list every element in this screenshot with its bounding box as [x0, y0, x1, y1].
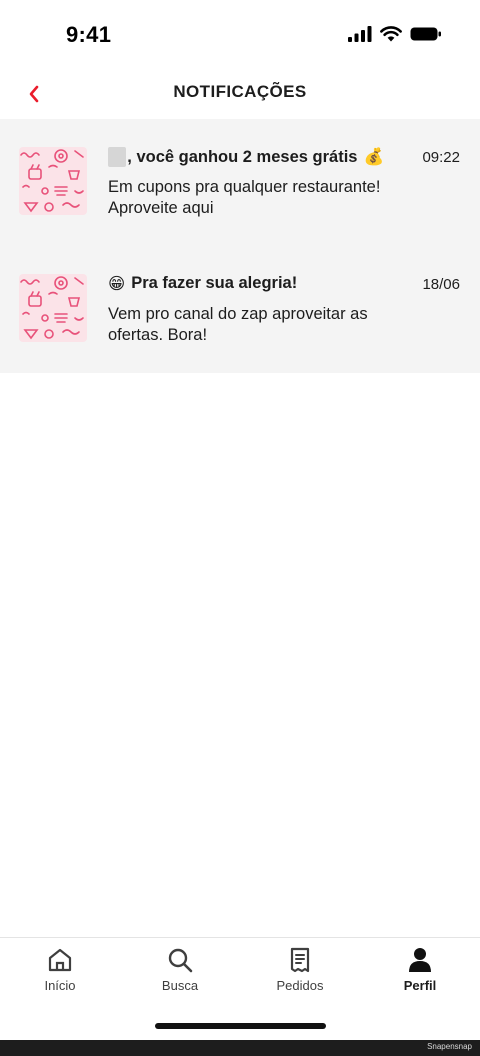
- home-indicator: [155, 1023, 326, 1029]
- notification-body: Em cupons pra qualquer restaurante! Apro…: [108, 178, 381, 217]
- notification-item[interactable]: 😁 Pra fazer sua alegria! 18/06 Vem pro c…: [0, 246, 480, 373]
- notification-title-text: Pra fazer sua alegria!: [131, 274, 298, 292]
- notification-title: , você ganhou 2 meses grátis 💰: [108, 147, 390, 167]
- nav-item-inicio[interactable]: Início: [0, 946, 120, 1006]
- home-icon: [48, 948, 72, 972]
- nav-item-perfil[interactable]: Perfil: [360, 946, 480, 1006]
- nav-label: Início: [44, 978, 76, 993]
- notification-item[interactable]: , você ganhou 2 meses grátis 💰 09:22 Em …: [0, 119, 480, 246]
- notification-body: Vem pro canal do zap aproveitar as ofert…: [108, 305, 368, 344]
- money-bag-icon: 💰: [363, 147, 384, 166]
- search-icon: [168, 948, 193, 973]
- page-title: NOTIFICAÇÕES: [173, 82, 307, 101]
- battery-icon: [410, 27, 441, 41]
- status-time: 9:41: [66, 22, 112, 47]
- header: NOTIFICAÇÕES: [0, 70, 480, 118]
- notification-thumbnail: [19, 147, 87, 215]
- food-pattern-icon: [20, 149, 84, 213]
- notification-time: 18/06: [422, 276, 460, 293]
- food-pattern-icon: [20, 276, 84, 340]
- nav-item-pedidos[interactable]: Pedidos: [240, 946, 360, 1006]
- blurred-user-name: [108, 147, 127, 167]
- profile-icon: [409, 948, 431, 972]
- nav-label: Perfil: [403, 978, 437, 993]
- nav-item-busca[interactable]: Busca: [120, 946, 240, 1006]
- nav-label: Pedidos: [276, 978, 324, 993]
- grinning-face-icon: 😁: [108, 274, 126, 293]
- notification-title-text: , você ganhou 2 meses grátis: [127, 147, 358, 166]
- receipt-icon: [290, 947, 310, 973]
- notification-title: 😁 Pra fazer sua alegria!: [108, 274, 390, 293]
- wifi-icon: [380, 26, 402, 42]
- notification-thumbnail: [19, 274, 87, 342]
- notification-list: , você ganhou 2 meses grátis 💰 09:22 Em …: [0, 119, 480, 373]
- watermark-text: Snapensnap: [427, 1042, 472, 1051]
- nav-label: Busca: [161, 978, 199, 993]
- cellular-signal-icon: [348, 26, 372, 42]
- watermark-strip: Snapensnap: [0, 1040, 480, 1056]
- notification-time: 09:22: [422, 149, 460, 166]
- status-bar: 9:41: [0, 0, 480, 70]
- status-icons: [348, 26, 442, 42]
